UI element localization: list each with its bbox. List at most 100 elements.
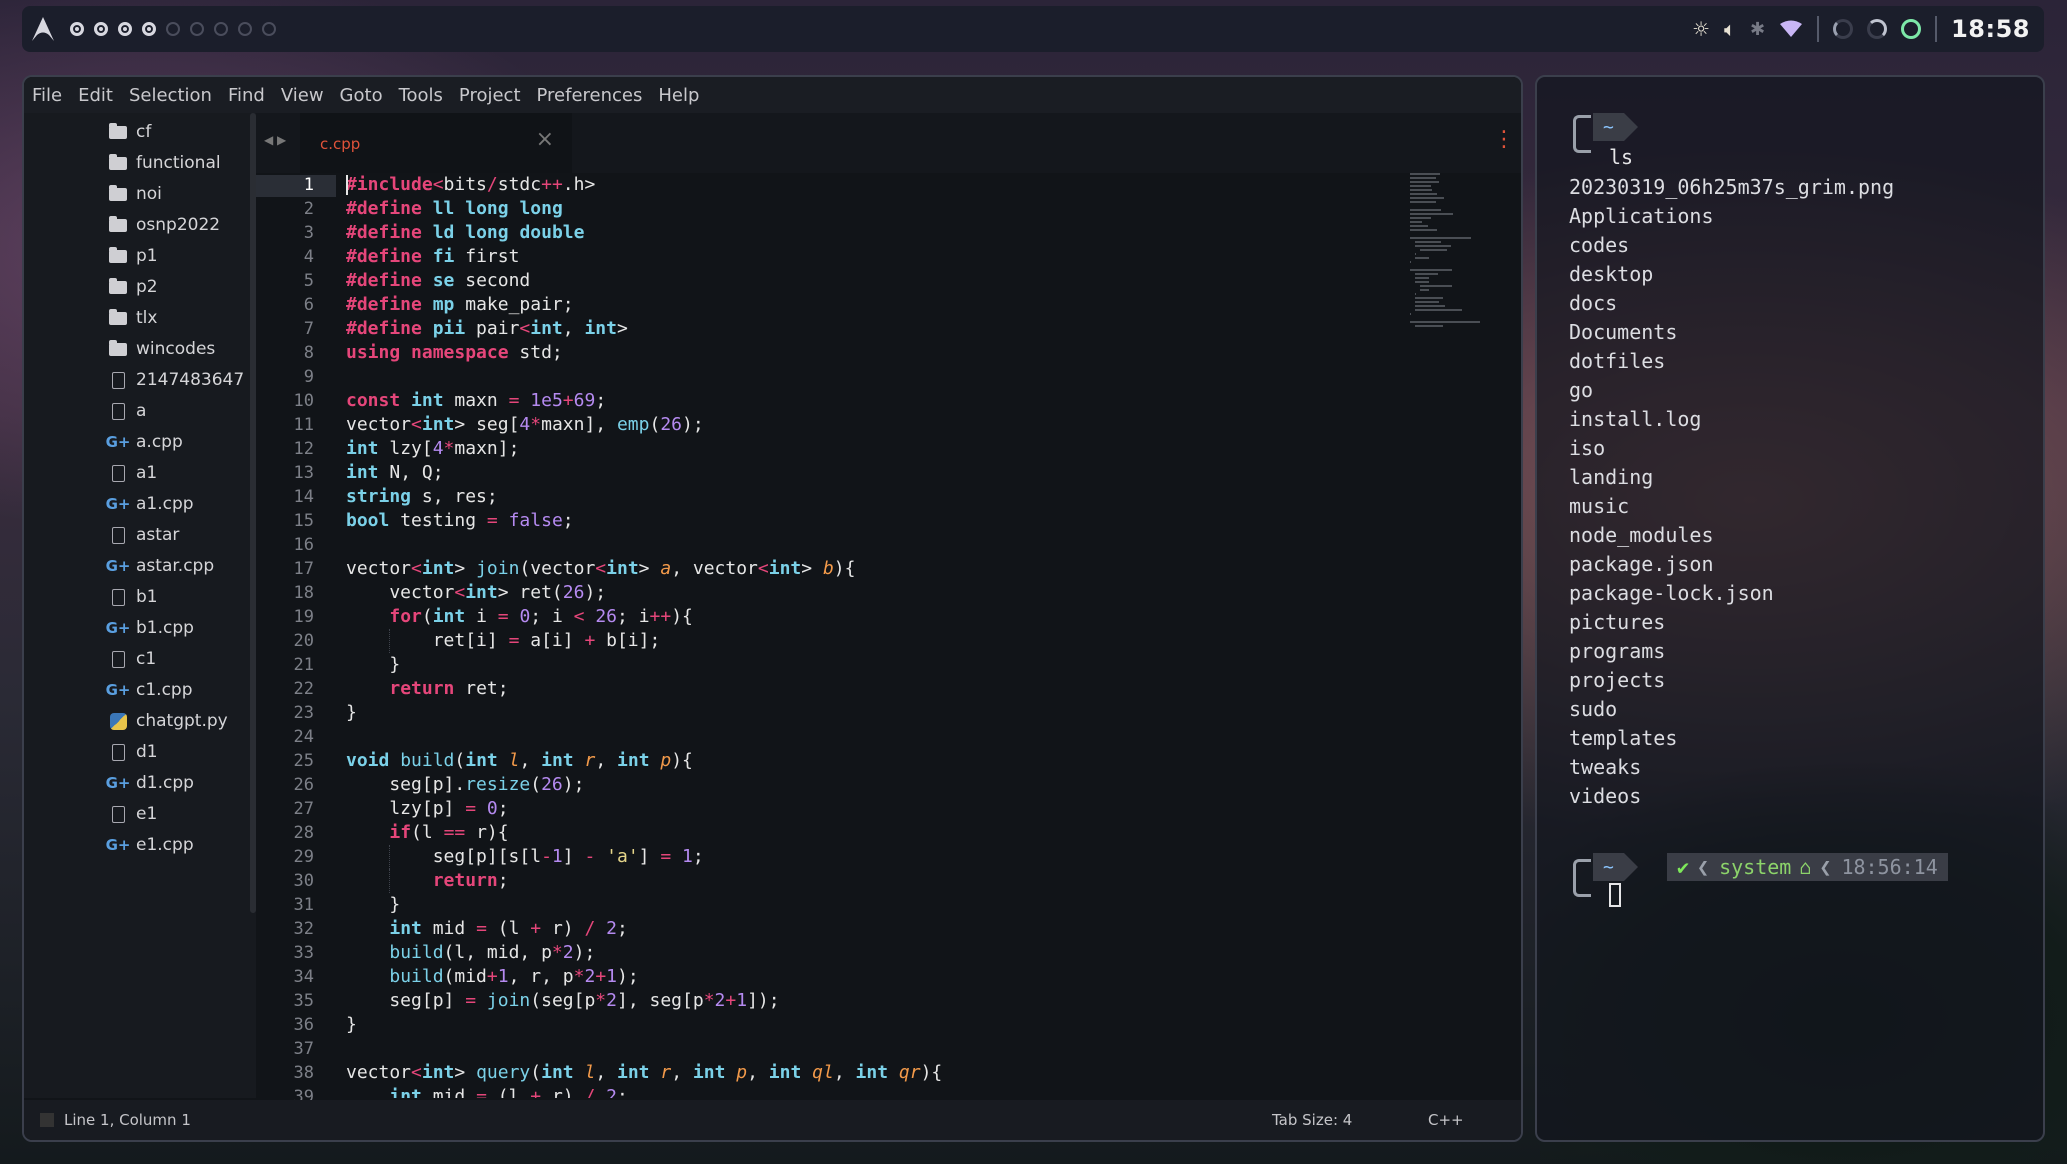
volume-icon[interactable]: 🔈︎ — [1724, 17, 1736, 41]
sidebar-item[interactable]: cf — [108, 117, 151, 147]
sidebar-item[interactable]: tlx — [108, 303, 157, 333]
minimap-line — [1414, 309, 1462, 311]
tab-nav-arrows-icon[interactable]: ◀ ▶ — [264, 133, 286, 147]
wifi-icon[interactable] — [1779, 20, 1803, 38]
minimap[interactable] — [1410, 173, 1490, 813]
cpp-file-icon: G+ — [105, 836, 131, 854]
code-line: vector<int> seg[4*maxn], emp(26); — [346, 414, 704, 435]
code-line: #define pii pair<int, int> — [346, 318, 628, 339]
bluetooth-icon[interactable]: ✱ — [1750, 19, 1765, 40]
sidebar-item[interactable]: a — [108, 396, 146, 426]
sidebar-item[interactable]: G+ a1.cpp — [106, 489, 194, 519]
code-line: build(l, mid, p*2); — [389, 942, 596, 963]
sidebar-item[interactable]: b1 — [108, 582, 158, 612]
sidebar-item[interactable]: c1 — [108, 644, 156, 674]
workspace-9[interactable] — [262, 22, 276, 36]
ls-entry: docs — [1569, 291, 1618, 315]
more-options-icon[interactable]: ⋮ — [1493, 127, 1515, 152]
menu-view[interactable]: View — [281, 85, 324, 106]
code-line: } — [346, 894, 401, 915]
workspace-6[interactable] — [190, 22, 204, 36]
line-number: 18 — [293, 583, 314, 603]
arch-linux-icon[interactable] — [30, 16, 56, 42]
menu-edit[interactable]: Edit — [78, 85, 113, 106]
tab-size[interactable]: Tab Size: 4 — [1272, 1111, 1352, 1129]
sidebar-item[interactable]: G+ d1.cpp — [106, 768, 194, 798]
sidebar-item-label: d1.cpp — [136, 773, 194, 793]
sidebar-item[interactable]: G+ a.cpp — [106, 427, 183, 457]
sidebar-item[interactable]: p1 — [108, 241, 158, 271]
sidebar-item[interactable]: osnp2022 — [108, 210, 220, 240]
sidebar-item-label: a1.cpp — [136, 494, 194, 514]
sidebar-item[interactable]: G+ astar.cpp — [106, 551, 215, 581]
code-line: vector<int> query(int l, int r, int p, i… — [346, 1062, 943, 1083]
ls-entry: package.json — [1569, 552, 1714, 576]
ls-entry: dotfiles — [1569, 349, 1666, 373]
code-line: return; — [432, 870, 509, 891]
menu-goto[interactable]: Goto — [340, 85, 383, 106]
sidebar-item[interactable]: noi — [108, 179, 162, 209]
line-number: 1 — [303, 175, 314, 195]
workspace-2[interactable] — [94, 22, 108, 36]
panel-toggle-icon[interactable] — [40, 1113, 54, 1127]
ls-entry: desktop — [1569, 262, 1654, 286]
line-number: 21 — [293, 655, 314, 675]
workspace-5[interactable] — [166, 22, 180, 36]
cpu-ring-icon — [1833, 19, 1854, 39]
sidebar-item[interactable]: wincodes — [108, 334, 215, 364]
minimap-line — [1414, 257, 1430, 259]
menu-find[interactable]: Find — [228, 85, 265, 106]
minimap-line — [1414, 297, 1444, 299]
minimap-line — [1410, 237, 1472, 239]
code-line: int lzy[4*maxn]; — [346, 438, 520, 459]
menu-preferences[interactable]: Preferences — [537, 85, 643, 106]
line-number: 3 — [303, 223, 314, 243]
sidebar-item[interactable]: G+ c1.cpp — [105, 675, 193, 705]
close-icon[interactable]: × — [536, 127, 554, 152]
prompt-dir: ~ — [1593, 113, 1638, 141]
code-line: string s, res; — [346, 486, 498, 507]
terminal-window[interactable]: ~ ls ~ ✔ ❮ system ⌂ ❮ 18:56:14 20230319_… — [1535, 75, 2045, 1142]
menu-selection[interactable]: Selection — [129, 85, 212, 106]
code-line: using namespace std; — [346, 342, 563, 363]
workspace-indicators — [70, 22, 276, 36]
minimap-line — [1414, 277, 1430, 279]
code-line: #define fi first — [346, 246, 520, 267]
file-sidebar: cf functional noi osnp2022 p1 p2 tlx wincodes 21… — [24, 113, 256, 1098]
workspace-3[interactable] — [118, 22, 132, 36]
sidebar-item[interactable]: a1 — [108, 458, 157, 488]
minimap-line — [1410, 177, 1436, 179]
sidebar-item[interactable]: chatgpt.py — [108, 706, 228, 736]
command-text: ls — [1609, 145, 1634, 169]
sidebar-item-label: osnp2022 — [136, 215, 221, 235]
menu-help[interactable]: Help — [658, 85, 699, 106]
workspace-8[interactable] — [238, 22, 252, 36]
sidebar-item[interactable]: astar — [108, 520, 179, 550]
prompt-bracket — [1573, 859, 1591, 897]
sidebar-item[interactable]: 2147483647 — [108, 365, 244, 395]
line-number: 30 — [293, 871, 314, 891]
cpp-file-icon: G+ — [105, 681, 131, 699]
workspace-4[interactable] — [142, 22, 156, 36]
sidebar-item[interactable]: G+ e1.cpp — [105, 830, 194, 860]
brightness-icon[interactable]: ☼ — [1692, 17, 1710, 41]
workspace-7[interactable] — [214, 22, 228, 36]
sidebar-item[interactable]: G+ b1.cpp — [106, 613, 194, 643]
workspace-1[interactable] — [70, 22, 84, 36]
tab-c-cpp[interactable]: c.cpp × — [300, 113, 572, 173]
menu-file[interactable]: File — [32, 85, 62, 106]
menu-tools[interactable]: Tools — [399, 85, 443, 106]
syntax-mode[interactable]: C++ — [1428, 1111, 1464, 1129]
sidebar-item[interactable]: d1 — [108, 737, 158, 767]
cursor-position[interactable]: Line 1, Column 1 — [64, 1111, 191, 1129]
sidebar-item[interactable]: p2 — [108, 272, 158, 302]
sidebar-item[interactable]: functional — [108, 148, 221, 178]
sidebar-item[interactable]: e1 — [108, 799, 157, 829]
folder-icon — [108, 184, 128, 203]
folder-icon — [108, 246, 128, 265]
menu-project[interactable]: Project — [459, 85, 521, 106]
code-area[interactable]: #include<bits/stdc++.h> #define ll long l… — [346, 173, 1346, 1098]
line-number: 25 — [293, 751, 314, 771]
code-line: seg[p].resize(26); — [346, 774, 585, 795]
user-label: system — [1719, 855, 1792, 879]
